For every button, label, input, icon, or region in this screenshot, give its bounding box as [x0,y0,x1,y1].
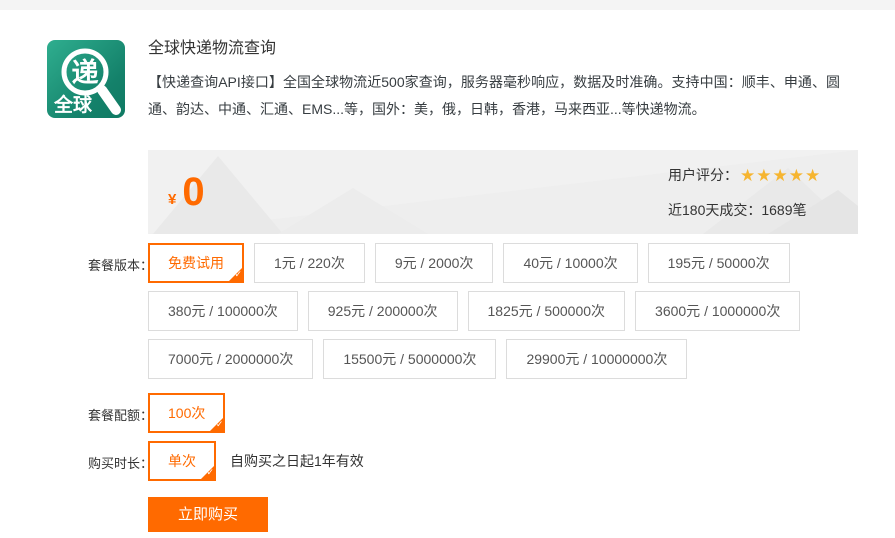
package-option-label: 免费试用 [168,255,224,271]
duration-option-label: 单次 [168,453,196,469]
package-option-label: 380元 / 100000次 [168,303,278,319]
package-option[interactable]: 3600元 / 1000000次 ✓ [635,291,800,331]
package-option-label: 1元 / 220次 [274,255,345,271]
package-option[interactable]: 9元 / 2000次 ✓ [375,243,494,283]
quota-option-label: 100次 [168,405,205,421]
package-option[interactable]: 380元 / 100000次 ✓ [148,291,298,331]
package-option[interactable]: 7000元 / 2000000次 ✓ [148,339,313,379]
deals-value: 1689笔 [761,202,806,218]
package-option-label: 9元 / 2000次 [395,255,474,271]
package-option[interactable]: 195元 / 50000次 ✓ [648,243,790,283]
package-option-label: 3600元 / 1000000次 [655,303,780,319]
package-quota-options: 100次 ✓ [148,393,225,433]
currency-symbol: ¥ [168,191,176,208]
package-version-label: 套餐版本： [88,255,148,274]
package-option-label: 15500元 / 5000000次 [343,351,476,367]
product-purchase-panel: 递 全球 全球快递物流查询 【快递查询API接口】全国全球物流近500家查询，服… [0,0,895,538]
star-rating-icons: ★★★★★ [740,167,821,184]
package-option[interactable]: 1825元 / 500000次 ✓ [468,291,626,331]
package-quota-row: 套餐配额： 100次 ✓ [148,393,860,433]
purchase-duration-row: 购买时长： 单次 ✓ 自购买之日起1年有效 [148,441,860,481]
package-option-label: 925元 / 200000次 [328,303,438,319]
rating-label: 用户评分： [668,165,738,185]
logo-glyph: 递 [72,57,99,88]
check-icon: ✓ [216,415,224,433]
package-option[interactable]: 免费试用 ✓ [148,243,244,283]
check-icon: ✓ [206,463,214,481]
package-option-label: 7000元 / 2000000次 [168,351,293,367]
package-option-label: 40元 / 10000次 [523,255,617,271]
price-banner: ¥ 0 用户评分： ★★★★★ 近180天成交：1689笔 [148,150,858,234]
rating-block: 用户评分： ★★★★★ 近180天成交：1689笔 [668,165,821,220]
buy-now-button[interactable]: 立即购买 [148,497,268,532]
magnifier-delivery-icon: 递 全球 [47,40,125,118]
purchase-duration-options: 单次 ✓ [148,441,216,481]
page-title: 全球快递物流查询 [148,38,860,60]
check-icon: ✓ [234,265,242,283]
package-option[interactable]: 925元 / 200000次 ✓ [308,291,458,331]
product-logo: 递 全球 [47,40,125,118]
price: ¥ 0 [168,150,205,234]
logo-caption: 全球 [53,93,93,116]
product-description: 【快递查询API接口】全国全球物流近500家查询，服务器毫秒响应，数据及时准确。… [148,69,840,123]
package-version-options: 免费试用 ✓ 1元 / 220次 ✓ 9元 / 2000次 ✓ 40元 / 10… [148,243,860,379]
deals-label: 近180天成交： [668,202,761,218]
package-quota-label: 套餐配额： [88,405,148,424]
package-option-label: 195元 / 50000次 [668,255,770,271]
package-option[interactable]: 29900元 / 10000000次 ✓ [506,339,687,379]
quota-option[interactable]: 100次 ✓ [148,393,225,433]
duration-option[interactable]: 单次 ✓ [148,441,216,481]
package-version-row: 套餐版本： 免费试用 ✓ 1元 / 220次 ✓ 9元 / 2000次 ✓ 40… [148,243,860,379]
duration-validity-note: 自购买之日起1年有效 [230,441,364,481]
package-option-label: 29900元 / 10000000次 [526,351,667,367]
package-option-label: 1825元 / 500000次 [488,303,606,319]
purchase-duration-label: 购买时长： [88,453,148,472]
package-option[interactable]: 15500元 / 5000000次 ✓ [323,339,496,379]
price-value: 0 [182,172,204,212]
package-option[interactable]: 40元 / 10000次 ✓ [503,243,637,283]
top-divider-strip [0,0,895,10]
package-option[interactable]: 1元 / 220次 ✓ [254,243,365,283]
